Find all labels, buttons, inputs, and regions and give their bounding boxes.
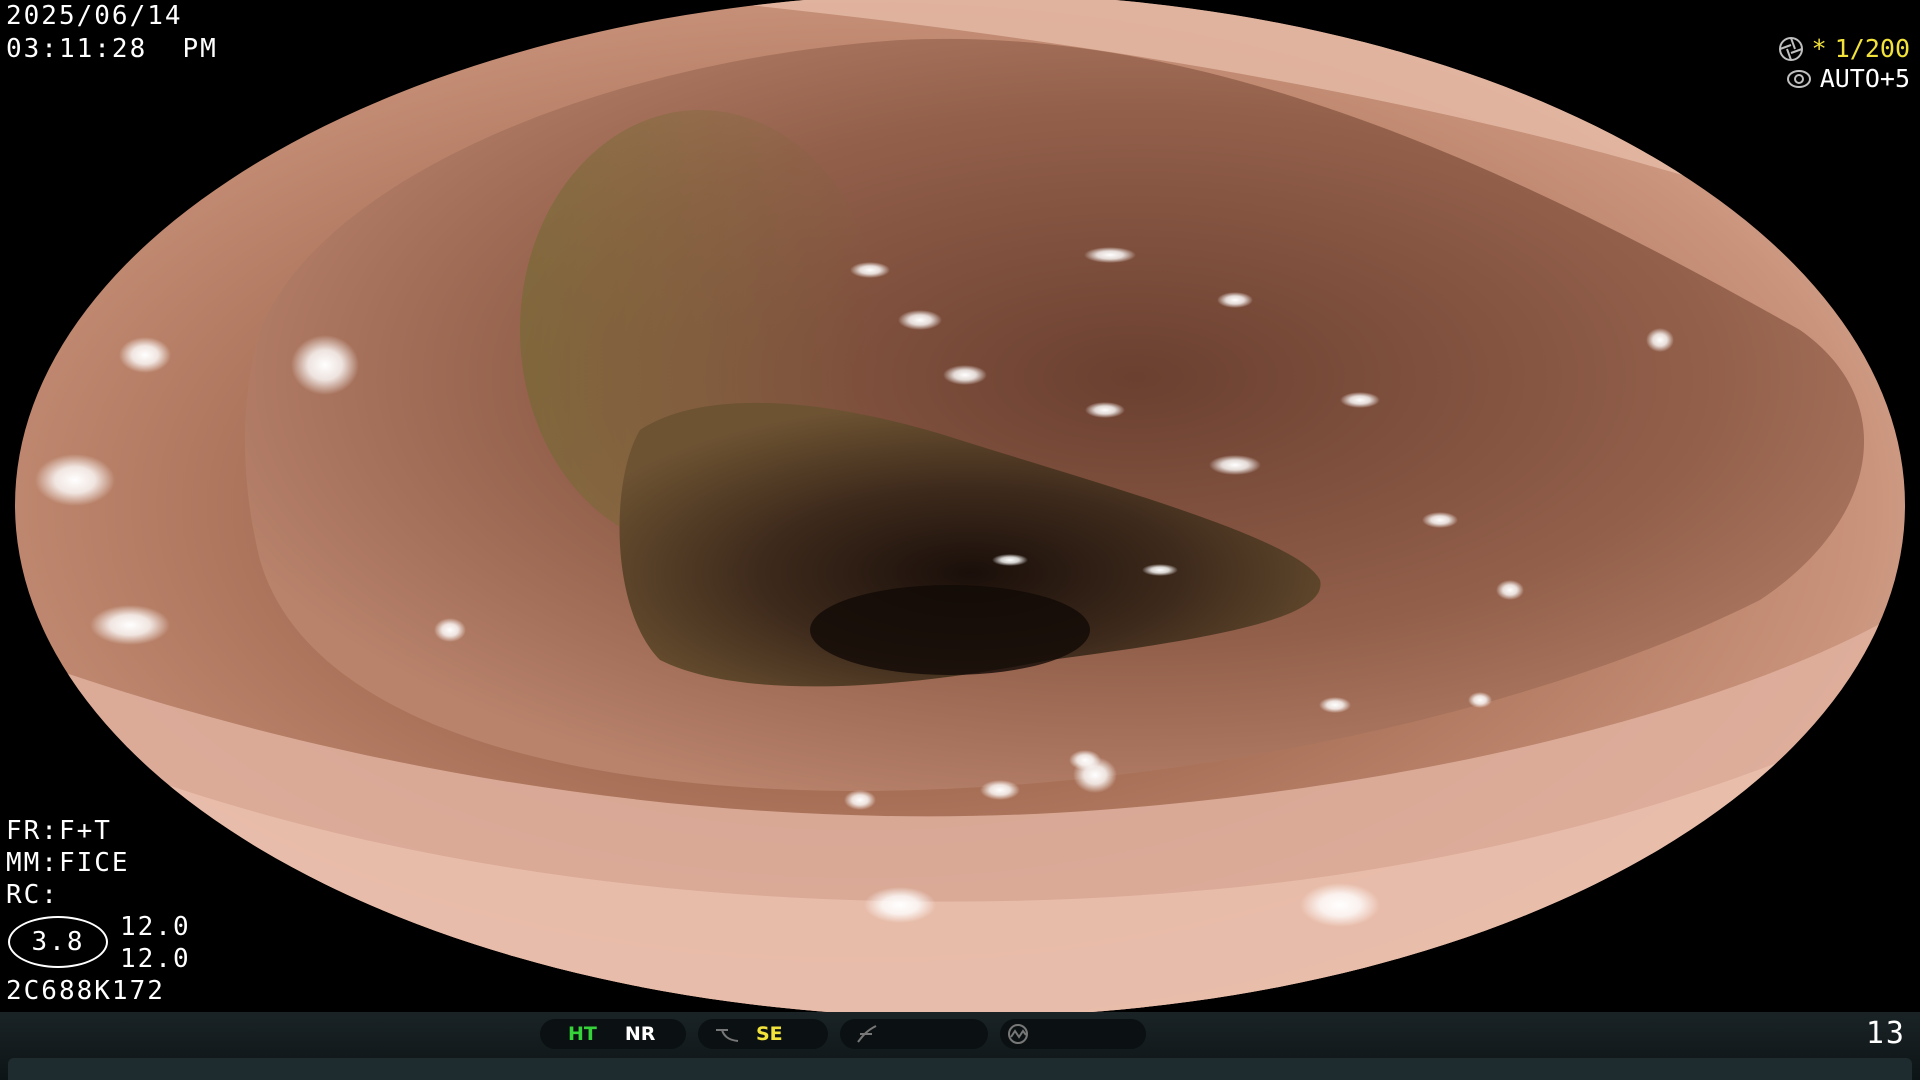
date-readout: 2025/06/14 (6, 1, 183, 31)
glint-0 (291, 335, 359, 395)
fr-param: FR:F+T (6, 816, 112, 846)
glint-5 (1639, 91, 1691, 119)
zoom-oval-value: 3.8 (31, 927, 85, 957)
se-pill: SE (698, 1019, 828, 1049)
glint-22 (980, 780, 1020, 800)
glint-3 (90, 605, 170, 645)
shutter-readout: * 1/200 (1778, 34, 1910, 64)
glint-20 (1142, 564, 1178, 576)
time-readout: 03:11:28 PM (6, 34, 218, 64)
value-1: 12.0 (120, 912, 191, 942)
endoscope-viewport (0, 0, 1920, 1012)
glint-10 (943, 365, 987, 385)
waveform-pill (1000, 1019, 1146, 1049)
glint-13 (1340, 392, 1380, 408)
glint-19 (992, 554, 1028, 566)
glint-6 (850, 262, 890, 278)
mm-param: MM:FICE (6, 848, 130, 878)
shutter-prefix: * (1811, 34, 1827, 63)
ht-label: HT (568, 1023, 597, 1045)
aperture-icon (1778, 37, 1803, 61)
exposure-value: AUTO+5 (1819, 64, 1910, 93)
glint-25 (1319, 697, 1351, 713)
glint-1 (119, 337, 171, 373)
glint-7 (1084, 247, 1136, 263)
frame-number: 13 (1865, 1016, 1906, 1051)
glint-11 (1085, 402, 1125, 418)
nr-label: NR (624, 1023, 656, 1045)
iris-icon (1786, 70, 1811, 88)
glint-23 (844, 790, 876, 810)
endoscopic-image (15, 0, 1905, 1012)
glint-24 (1496, 580, 1524, 600)
value-2: 12.0 (120, 944, 191, 974)
glint-9 (898, 310, 942, 330)
rc-param: RC: (6, 880, 59, 910)
glint-12 (1209, 455, 1261, 475)
glint-21 (1069, 750, 1101, 770)
serial-number: 2C688K172 (6, 976, 165, 1006)
glint-4 (1515, 44, 1575, 76)
curve-pill (840, 1019, 988, 1049)
ht-nr-pill: HT NR (540, 1019, 686, 1049)
glint-18 (1300, 883, 1380, 927)
glint-8 (1217, 292, 1253, 308)
se-label: SE (756, 1023, 783, 1045)
glint-14 (1422, 512, 1458, 528)
shutter-value: 1/200 (1834, 34, 1910, 63)
slash-curve-icon (857, 1025, 877, 1043)
glint-17 (864, 887, 936, 923)
waveform-icon (1008, 1024, 1028, 1044)
status-strip (8, 1058, 1912, 1080)
glint-15 (1646, 328, 1674, 352)
exposure-readout: AUTO+5 (1786, 64, 1910, 94)
status-bar: HT NR SE (0, 1012, 1920, 1080)
glint-26 (1468, 692, 1492, 708)
glint-27 (434, 618, 466, 642)
gamma-curve-icon (716, 1029, 739, 1042)
glint-2 (35, 454, 115, 506)
zoom-oval: 3.8 (8, 916, 108, 968)
